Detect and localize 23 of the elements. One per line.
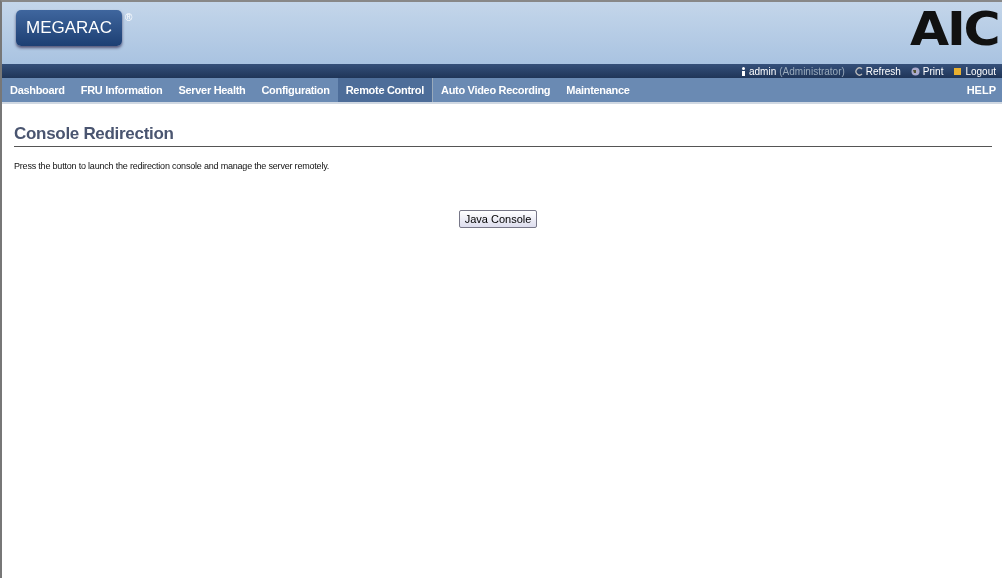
nav-tab[interactable]: Remote Control xyxy=(337,78,433,102)
nav-tab[interactable]: Configuration xyxy=(253,78,338,102)
logout-link[interactable]: Logout xyxy=(965,65,996,77)
user-name: admin xyxy=(749,65,777,77)
nav-tab[interactable]: Dashboard xyxy=(2,78,73,102)
registered-mark: ® xyxy=(124,12,133,23)
description-text: Press the button to launch the redirection console and manage the server remotely. xyxy=(14,161,331,171)
globe-icon xyxy=(910,66,920,76)
megarac-logo: MEGARAC xyxy=(16,10,122,46)
java-console-button[interactable]: Java Console xyxy=(458,210,538,228)
nav-tab[interactable]: Maintenance xyxy=(558,78,638,102)
logout-icon xyxy=(953,66,963,76)
user-role: (Administrator) xyxy=(779,65,845,77)
help-link[interactable]: HELP xyxy=(960,78,1002,102)
nav-tab[interactable]: Auto Video Recording xyxy=(433,78,559,102)
refresh-link[interactable]: Refresh xyxy=(865,65,901,77)
nav-tab[interactable]: FRU Information xyxy=(72,78,171,102)
print-link[interactable]: Print xyxy=(922,65,944,77)
nav-tab[interactable]: Server Health xyxy=(170,78,254,102)
refresh-icon xyxy=(854,66,863,76)
brand-logo: AIC xyxy=(909,6,998,52)
user-icon xyxy=(741,66,746,76)
page-title: Console Redirection xyxy=(14,104,992,147)
